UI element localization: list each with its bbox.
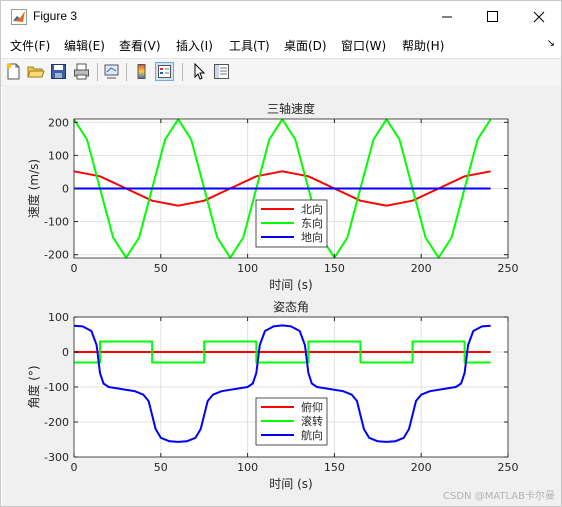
- chart-1-x-tick-label: 250: [498, 262, 519, 275]
- chart-2-y-tick-label: -100: [44, 381, 69, 394]
- menu-insert[interactable]: 插入(I): [176, 37, 213, 54]
- menu-file[interactable]: 文件(F): [10, 37, 50, 54]
- chart-1-legend-label-2: 东向: [301, 216, 323, 230]
- chart-1-x-tick-label: 200: [411, 262, 432, 275]
- maximize-icon: [487, 11, 498, 22]
- title-bar[interactable]: Figure 3: [1, 1, 561, 33]
- chart-2-x-tick-label: 200: [411, 461, 432, 474]
- menu-window[interactable]: 窗口(W): [341, 37, 386, 54]
- close-button[interactable]: [516, 1, 562, 33]
- chart-1-y-tick-label: -100: [44, 216, 69, 229]
- menu-desktop[interactable]: 桌面(D): [284, 37, 327, 54]
- chart-1-x-tick-label: 150: [324, 262, 345, 275]
- figure-canvas: 0 50 100 150 200 250 200 100 0 -100 -200 三轴速度时间 (s)…: [2, 85, 561, 506]
- watermark: CSDN @MATLAB卡尔曼: [443, 491, 555, 502]
- toolbar-separator: [126, 63, 127, 81]
- chart-2-title: 姿态角: [273, 300, 309, 314]
- menu-edit[interactable]: 编辑(E): [64, 37, 105, 54]
- chart-1-x-axis-label: 时间 (s): [269, 278, 312, 292]
- print-icon[interactable]: [72, 62, 91, 81]
- menu-help[interactable]: 帮助(H): [402, 37, 444, 54]
- chart-2-x-axis-label: 时间 (s): [269, 477, 312, 491]
- minimize-button[interactable]: [424, 1, 470, 33]
- figure-window: Figure 3 文件(F) 编辑(E) 查看(V) 插入(I) 工具(T) 桌…: [0, 0, 562, 507]
- new-file-icon[interactable]: [4, 62, 23, 81]
- toolbar: [1, 58, 561, 86]
- menu-overflow-icon[interactable]: ↘: [547, 38, 555, 49]
- property-inspector-icon[interactable]: [212, 62, 231, 81]
- chart-1-x-tick-label: 50: [154, 262, 168, 275]
- chart-1-y-tick-label: 200: [48, 116, 69, 129]
- chart-1-title: 三轴速度: [267, 101, 315, 116]
- chart-2-legend-label-1: 俯仰: [301, 400, 323, 414]
- chart-1-legend-label-1: 北向: [301, 202, 323, 216]
- chart-1-legend-label-3: 地向: [301, 230, 323, 244]
- chart-1-x-tick-label: 100: [237, 262, 258, 275]
- save-icon[interactable]: [49, 62, 68, 81]
- chart-2-x-tick-label: 0: [71, 461, 78, 474]
- chart-2-x-tick-label: 50: [154, 461, 168, 474]
- menu-view[interactable]: 查看(V): [119, 37, 161, 54]
- chart-2-y-tick-label: 100: [48, 311, 69, 324]
- pointer-icon[interactable]: [189, 62, 208, 81]
- chart-1-y-tick-label: -200: [44, 249, 69, 262]
- open-folder-icon[interactable]: [26, 62, 45, 81]
- minimize-icon: [442, 16, 452, 18]
- chart-1-y-axis-label: 速度 (m/s): [26, 159, 41, 218]
- chart-2-y-axis-label: 角度 (°): [26, 365, 41, 408]
- menu-bar: 文件(F) 编辑(E) 查看(V) 插入(I) 工具(T) 桌面(D) 窗口(W…: [1, 33, 561, 57]
- chart-2-x-tick-label: 100: [237, 461, 258, 474]
- chart-2-x-tick-label: 250: [498, 461, 519, 474]
- chart-2-y-tick-label: -200: [44, 416, 69, 429]
- matlab-logo-icon: [11, 9, 27, 25]
- chart-1-x-tick-label: 0: [71, 262, 78, 275]
- close-icon: [533, 11, 545, 23]
- chart-2-y-tick-label: -300: [44, 451, 69, 464]
- chart-2-legend-label-3: 航向: [301, 428, 323, 442]
- figure-plots: 0 50 100 150 200 250 200 100 0 -100 -200 三轴速度时间 (s)…: [26, 101, 519, 491]
- chart-1-y-tick-label: 100: [48, 149, 69, 162]
- toolbar-separator: [182, 63, 183, 81]
- colorbar-icon[interactable]: [132, 62, 151, 81]
- window-title: Figure 3: [33, 9, 78, 23]
- legend-icon[interactable]: [155, 62, 174, 81]
- chart-2-y-tick-label: 0: [62, 346, 69, 359]
- chart-2-legend-label-2: 滚转: [301, 414, 323, 428]
- link-figure-icon[interactable]: [102, 62, 121, 81]
- toolbar-separator: [97, 63, 98, 81]
- maximize-button[interactable]: [470, 1, 516, 33]
- chart-2-x-tick-label: 150: [324, 461, 345, 474]
- menu-tools[interactable]: 工具(T): [229, 37, 270, 54]
- chart-1-y-tick-label: 0: [62, 183, 69, 196]
